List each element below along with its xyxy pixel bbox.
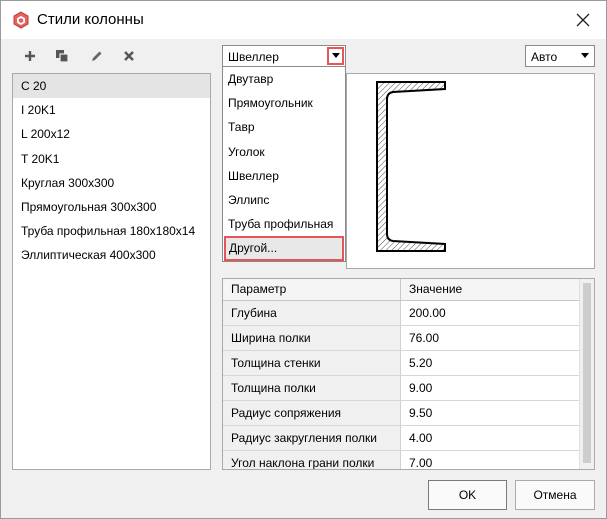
param-value[interactable]: 5.20 <box>401 351 579 375</box>
mode-value: Авто <box>531 50 558 64</box>
param-value[interactable]: 4.00 <box>401 426 579 450</box>
copy-icon <box>56 50 69 63</box>
channel-profile-drawing <box>376 81 446 252</box>
param-name: Радиус сопряжения <box>223 401 401 425</box>
edit-style-button[interactable] <box>85 45 107 67</box>
list-item[interactable]: Прямоугольная 300x300 <box>13 195 210 219</box>
parameters-table: Параметр Значение Глубина 200.00 Ширина … <box>222 278 595 470</box>
dropdown-option[interactable]: Тавр <box>223 115 345 139</box>
add-style-button[interactable] <box>19 45 41 67</box>
list-item[interactable]: Труба профильная 180x180x14 <box>13 219 210 243</box>
param-value[interactable]: 7.00 <box>401 451 579 469</box>
title-bar: Стили колонны <box>1 1 606 39</box>
dropdown-option[interactable]: Швеллер <box>223 164 345 188</box>
scrollbar-thumb[interactable] <box>583 283 591 463</box>
mode-combo[interactable]: Авто <box>525 45 595 67</box>
chevron-down-icon <box>580 53 589 58</box>
column-header-value[interactable]: Значение <box>401 279 579 300</box>
param-name: Толщина стенки <box>223 351 401 375</box>
profile-type-value: Швеллер <box>228 50 279 64</box>
param-name: Ширина полки <box>223 326 401 350</box>
list-item[interactable]: Эллиптическая 400x300 <box>13 243 210 267</box>
delete-style-button[interactable] <box>118 45 140 67</box>
chevron-down-icon <box>331 53 340 58</box>
delete-icon <box>124 51 134 61</box>
dropdown-option[interactable]: Эллипс <box>223 188 345 212</box>
window-title: Стили колонны <box>37 11 144 28</box>
list-item[interactable]: C 20 <box>13 74 210 99</box>
list-item[interactable]: Круглая 300x300 <box>13 171 210 195</box>
close-icon <box>576 13 590 27</box>
param-name: Глубина <box>223 301 401 325</box>
table-row: Радиус сопряжения 9.50 <box>223 401 594 426</box>
list-item[interactable]: I 20K1 <box>13 98 210 122</box>
table-scrollbar[interactable] <box>579 279 594 469</box>
param-value[interactable]: 200.00 <box>401 301 579 325</box>
dropdown-option[interactable]: Прямоугольник <box>223 91 345 115</box>
table-row: Угол наклона грани полки 7.00 <box>223 451 594 469</box>
list-item[interactable]: L 200x12 <box>13 122 210 146</box>
dropdown-option[interactable]: Труба профильная <box>223 212 345 236</box>
table-row: Ширина полки 76.00 <box>223 326 594 351</box>
param-name: Толщина полки <box>223 376 401 400</box>
table-row: Толщина стенки 5.20 <box>223 351 594 376</box>
copy-style-button[interactable] <box>51 45 73 67</box>
list-item[interactable]: T 20K1 <box>13 147 210 171</box>
param-value[interactable]: 9.00 <box>401 376 579 400</box>
column-styles-dialog: Стили колонны C 20 I 20K1 L 200x12 T 20K… <box>0 0 607 519</box>
profile-type-dropdown-list: Двутавр Прямоугольник Тавр Уголок Швелле… <box>222 66 346 262</box>
param-name: Радиус закругления полки <box>223 426 401 450</box>
dropdown-option[interactable]: Двутавр <box>223 67 345 91</box>
edit-icon <box>91 51 101 61</box>
dropdown-option-other[interactable]: Другой... <box>224 236 344 261</box>
close-button[interactable] <box>568 7 598 33</box>
mode-dropdown-button[interactable] <box>576 47 593 65</box>
column-header-parameter[interactable]: Параметр <box>223 279 401 300</box>
dropdown-option[interactable]: Уголок <box>223 140 345 164</box>
profile-type-combo[interactable]: Швеллер <box>222 45 346 67</box>
plus-icon <box>25 51 35 61</box>
cancel-button[interactable]: Отмена <box>515 480 595 510</box>
param-value[interactable]: 9.50 <box>401 401 579 425</box>
app-logo-icon <box>13 11 29 29</box>
table-row: Радиус закругления полки 4.00 <box>223 426 594 451</box>
param-name: Угол наклона грани полки <box>223 451 401 469</box>
profile-type-dropdown-button[interactable] <box>327 47 344 65</box>
profile-preview <box>346 73 595 269</box>
table-row: Толщина полки 9.00 <box>223 376 594 401</box>
table-header: Параметр Значение <box>223 279 594 301</box>
styles-list[interactable]: C 20 I 20K1 L 200x12 T 20K1 Круглая 300x… <box>12 73 211 470</box>
param-value[interactable]: 76.00 <box>401 326 579 350</box>
table-row: Глубина 200.00 <box>223 301 594 326</box>
ok-button[interactable]: OK <box>428 480 507 510</box>
